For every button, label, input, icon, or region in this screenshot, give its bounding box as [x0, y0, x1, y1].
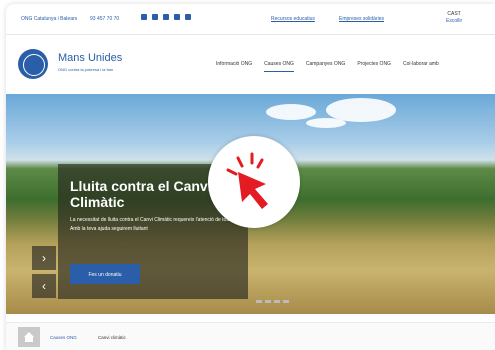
- phone-link[interactable]: 93 457 70 70: [90, 16, 119, 22]
- breadcrumb: Causes ONG Canvi climàtic: [6, 322, 495, 350]
- twitter-icon[interactable]: [163, 14, 169, 20]
- next-arrow-icon[interactable]: ›: [32, 246, 56, 270]
- solidarity-companies-link[interactable]: Empreses solidàries: [339, 16, 384, 22]
- language-selector[interactable]: CAST Escollir: [446, 11, 462, 25]
- slider-dot[interactable]: [283, 300, 289, 303]
- facebook-icon[interactable]: [152, 14, 158, 20]
- brand-name[interactable]: Mans Unides: [58, 52, 122, 64]
- cloud-shape: [306, 118, 346, 128]
- nav-item-collaborate[interactable]: Col·laborar amb: [403, 61, 439, 72]
- mail-icon[interactable]: [141, 14, 147, 20]
- breadcrumb-parent[interactable]: Causes ONG: [50, 335, 77, 340]
- slider-dots: [256, 300, 289, 303]
- cloud-shape: [266, 104, 316, 120]
- home-icon[interactable]: [18, 327, 40, 347]
- donate-button[interactable]: Fes un donatiu: [70, 264, 140, 284]
- site-header: Mans Unides ONG contra la pobresa i la f…: [6, 34, 495, 95]
- nav-item-projects[interactable]: Projectes ONG: [357, 61, 391, 72]
- logo-icon[interactable]: [18, 49, 48, 79]
- main-nav: Informació ONG Causes ONG Campanyes ONG …: [216, 61, 439, 72]
- nav-item-causes[interactable]: Causes ONG: [264, 61, 294, 72]
- brand-tagline: ONG contra la pobresa i la fam: [58, 67, 114, 72]
- top-bar: ONG Catalunya i Balears 93 457 70 70 Rec…: [6, 4, 495, 35]
- nav-item-campaigns[interactable]: Campanyes ONG: [306, 61, 345, 72]
- social-links: [141, 14, 191, 20]
- googleplus-icon[interactable]: [174, 14, 180, 20]
- nav-item-info[interactable]: Informació ONG: [216, 61, 252, 72]
- org-location-link[interactable]: ONG Catalunya i Balears: [21, 16, 77, 22]
- slider-dot[interactable]: [274, 300, 280, 303]
- slider-dot[interactable]: [256, 300, 262, 303]
- educational-resources-link[interactable]: Recursos educatius: [271, 16, 315, 22]
- slider-dot[interactable]: [265, 300, 271, 303]
- prev-arrow-icon[interactable]: ‹: [32, 274, 56, 298]
- language-label: CAST: [447, 11, 461, 17]
- cursor-click-icon: [226, 152, 268, 209]
- language-choose[interactable]: Escollir: [446, 18, 462, 24]
- youtube-icon[interactable]: [185, 14, 191, 20]
- click-badge: [208, 136, 300, 228]
- breadcrumb-current: Canvi climàtic: [98, 335, 126, 340]
